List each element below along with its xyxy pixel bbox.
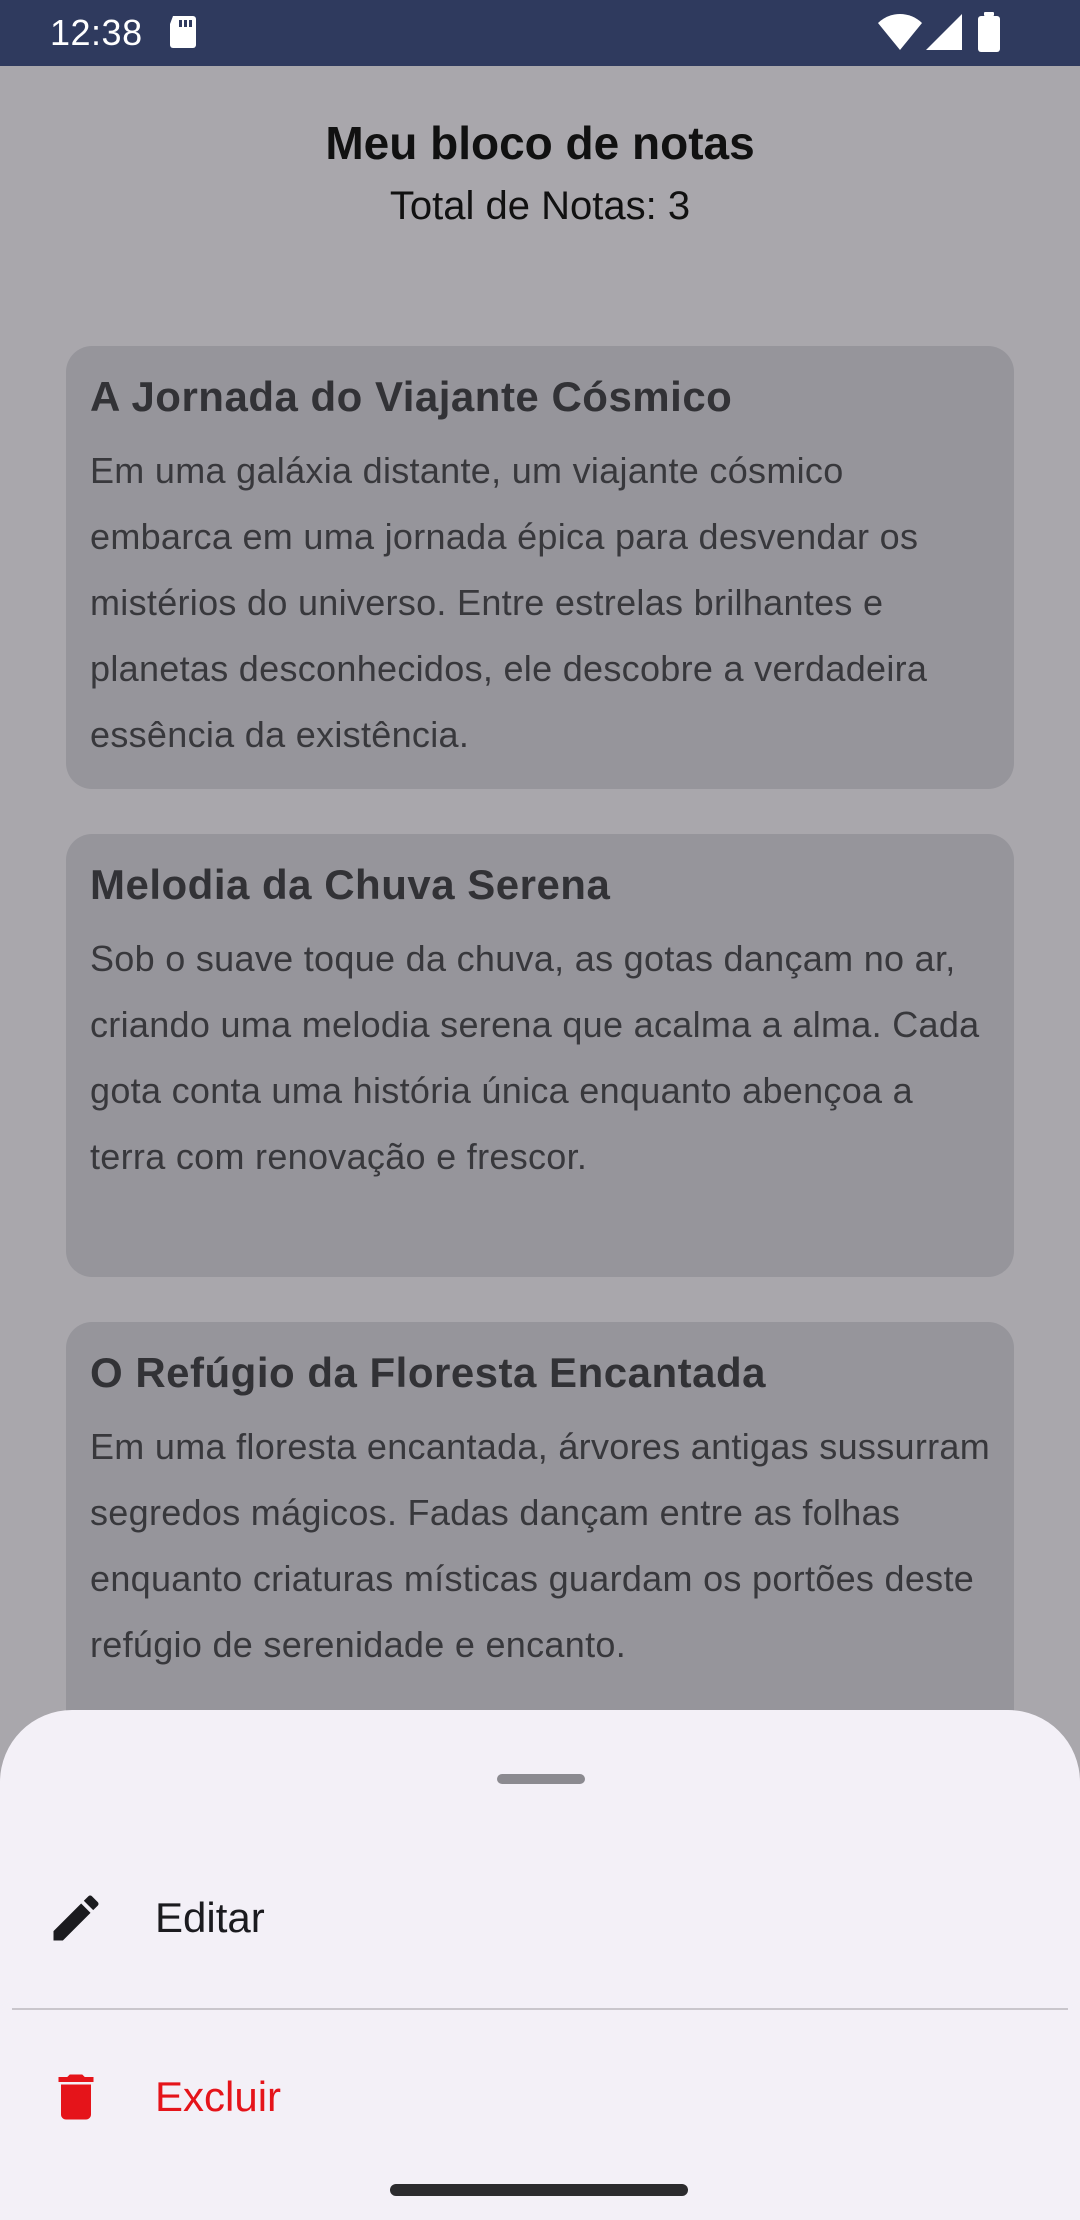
status-bar: 12:38 (0, 0, 1080, 66)
page-title: Meu bloco de notas (325, 117, 755, 169)
gesture-nav-handle[interactable] (390, 2184, 688, 2196)
notes-count: Total de Notas: 3 (389, 184, 691, 228)
note-title: Melodia da Chuva Serena (90, 861, 611, 908)
drag-handle[interactable] (497, 1774, 585, 1784)
note-card[interactable]: Melodia da Chuva Serena Sob o suave toqu… (66, 834, 1014, 1277)
note-body: Sob o suave toque da chuva, as gotas dan… (90, 938, 980, 1177)
note-title: A Jornada do Viajante Cósmico (90, 373, 733, 420)
pencil-icon (53, 1895, 99, 1941)
note-body: Em uma floresta encantada, árvores antig… (90, 1426, 991, 1665)
note-body: Em uma galáxia distante, um viajante cós… (90, 450, 928, 755)
note-card[interactable]: A Jornada do Viajante Cósmico Em uma gal… (66, 346, 1014, 789)
divider (12, 2008, 1068, 2010)
sd-card-icon (170, 16, 196, 48)
delete-button[interactable]: Excluir (0, 2037, 1080, 2157)
status-time: 12:38 (50, 12, 143, 53)
wifi-icon (878, 14, 922, 50)
signal-icon (926, 14, 962, 50)
edit-button[interactable]: Editar (0, 1858, 1080, 1978)
edit-label: Editar (155, 1894, 265, 1941)
delete-label: Excluir (155, 2073, 282, 2120)
note-title: O Refúgio da Floresta Encantada (90, 1349, 766, 1396)
trash-icon (58, 2074, 94, 2120)
battery-icon (978, 12, 1000, 52)
bottom-sheet: Editar Excluir (0, 1710, 1080, 2220)
